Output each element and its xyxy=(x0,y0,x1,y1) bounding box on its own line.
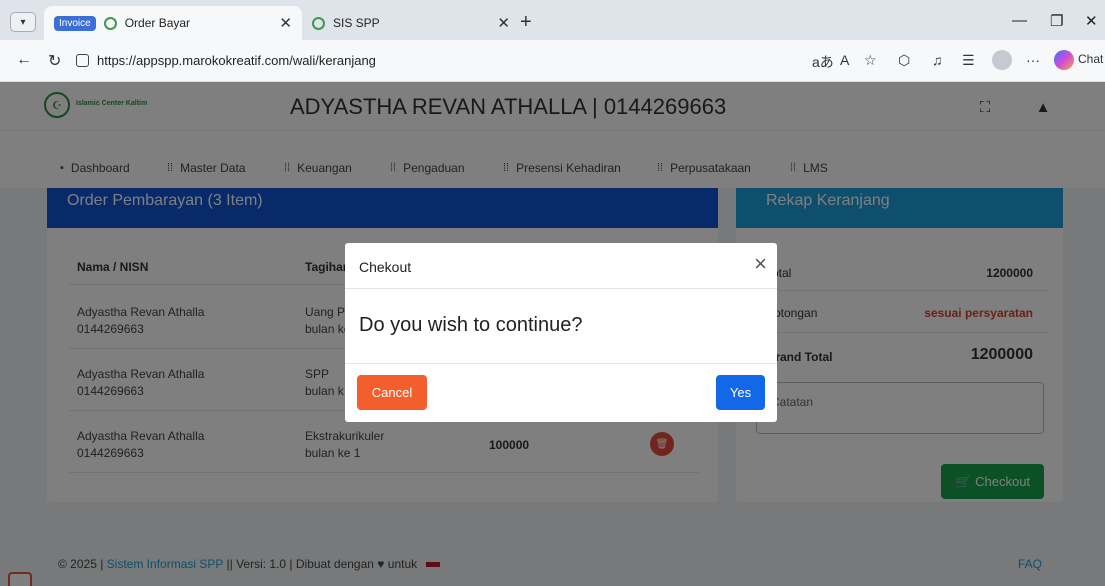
modal-message: Do you wish to continue? xyxy=(359,314,583,336)
site-favicon-icon xyxy=(103,16,117,30)
divider xyxy=(345,363,777,364)
extensions-icon[interactable]: ⬡ xyxy=(898,52,910,69)
modal-title: Chekout xyxy=(359,259,412,275)
tab-group-label[interactable]: Invoice xyxy=(54,15,96,31)
refresh-icon[interactable]: ↻ xyxy=(48,51,61,71)
chat-label[interactable]: Chat xyxy=(1078,52,1103,66)
restore-icon[interactable]: ❐ xyxy=(1050,12,1063,30)
tab-actions-menu[interactable]: ▾ xyxy=(10,12,36,32)
read-aloud-icon[interactable]: A xyxy=(840,52,849,68)
profile-avatar[interactable] xyxy=(992,50,1012,70)
address-bar-row: ← ↻ https://appspp.marokokreatif.com/wal… xyxy=(0,40,1105,82)
yes-button[interactable]: Yes xyxy=(716,375,765,410)
cancel-button[interactable]: Cancel xyxy=(357,375,427,410)
favorite-star-icon[interactable]: ☆ xyxy=(864,52,877,69)
browser-tabbar: ▾ Invoice Order Bayar ✕ SIS SPP ✕ + — ❐ … xyxy=(0,0,1105,40)
minimize-icon[interactable]: — xyxy=(1012,12,1027,29)
divider xyxy=(345,288,777,289)
new-tab-icon[interactable]: + xyxy=(520,11,532,34)
close-tab-icon[interactable]: ✕ xyxy=(497,14,510,32)
url-field[interactable]: https://appspp.marokokreatif.com/wali/ke… xyxy=(76,48,676,73)
tab-sis-spp[interactable]: SIS SPP ✕ xyxy=(302,6,520,40)
lock-icon xyxy=(76,54,89,67)
tab-title: Order Bayar xyxy=(124,16,191,30)
site-favicon-icon xyxy=(312,16,325,30)
close-tab-icon[interactable]: ✕ xyxy=(279,14,292,32)
url-text: https://appspp.marokokreatif.com/wali/ke… xyxy=(97,53,376,68)
checkout-confirm-modal: Chekout × Do you wish to continue? Cance… xyxy=(345,243,777,422)
tab-order-bayar[interactable]: Invoice Order Bayar ✕ xyxy=(44,6,302,40)
media-icon[interactable]: ♫ xyxy=(932,52,943,68)
back-icon[interactable]: ← xyxy=(16,51,32,69)
close-icon[interactable]: × xyxy=(754,253,767,275)
more-icon[interactable]: ··· xyxy=(1026,52,1040,68)
tab-title: SIS SPP xyxy=(333,16,380,30)
favorites-icon[interactable]: ☰ xyxy=(962,52,975,69)
close-window-icon[interactable]: ✕ xyxy=(1085,12,1098,30)
chevron-down-icon: ▾ xyxy=(20,16,26,28)
translate-icon[interactable]: aあ xyxy=(812,52,834,72)
copilot-icon[interactable] xyxy=(1054,50,1074,70)
